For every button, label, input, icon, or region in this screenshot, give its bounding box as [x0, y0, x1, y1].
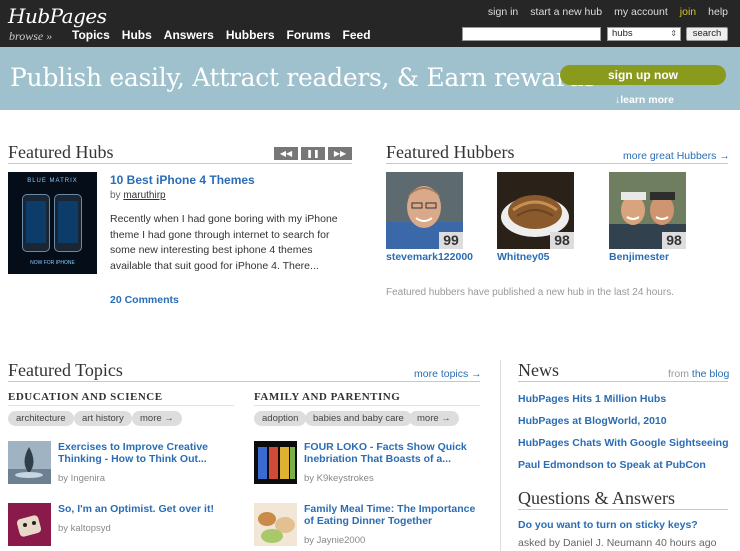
main-nav: Topics Hubs Answers Hubbers Forums Feed — [72, 28, 371, 42]
tag-babies[interactable]: babies and baby care — [305, 411, 412, 426]
hubpages-logo[interactable]: HubPages — [8, 4, 107, 28]
featured-hubs-heading: Featured Hubs — [8, 142, 114, 162]
topic-thumbnail[interactable] — [254, 503, 297, 546]
hubber-score: 99 — [439, 232, 463, 249]
topic-thumbnail[interactable] — [254, 441, 297, 484]
qa-rule — [518, 509, 728, 510]
banner-tagline: Publish easily, Attract readers, & Earn … — [10, 63, 596, 92]
qa-heading: Questions & Answers — [518, 488, 675, 508]
tag-adoption[interactable]: adoption — [254, 411, 307, 426]
category-rule — [254, 405, 480, 406]
nav-hubs[interactable]: Hubs — [122, 28, 152, 42]
join-link[interactable]: join — [680, 6, 696, 18]
blog-link[interactable]: the blog — [692, 368, 729, 380]
news-source: from the blog — [668, 368, 729, 380]
topic-byline: by kaltopsyd — [58, 523, 111, 534]
thumb-title: BLUE MATRIX — [27, 178, 78, 184]
select-arrows-icon: ⇕ — [670, 29, 677, 38]
hubber-score: 98 — [662, 232, 686, 249]
sign-up-button[interactable]: sign up now — [560, 65, 726, 85]
hub-author-link[interactable]: maruthirp — [123, 190, 165, 201]
nav-forums[interactable]: Forums — [287, 28, 331, 42]
sign-in-link[interactable]: sign in — [488, 6, 518, 18]
fast-forward-icon[interactable]: ▶▶ — [328, 147, 352, 160]
news-item-link[interactable]: HubPages Chats With Google Sightseeing — [518, 437, 729, 449]
learn-more-link[interactable]: ↓learn more — [615, 94, 674, 106]
thumb-caption: NOW FOR IPHONE — [30, 260, 75, 266]
browse-label: browse » — [9, 29, 53, 43]
byline-prefix: by — [110, 190, 121, 201]
hubbers-note: Featured hubbers have published a new hu… — [386, 287, 674, 298]
hub-title-link[interactable]: 10 Best iPhone 4 Themes — [110, 173, 255, 187]
account-links: sign in start a new hub my account join … — [488, 6, 728, 18]
nav-topics[interactable]: Topics — [72, 28, 110, 42]
top-bar: HubPages browse » Topics Hubs Answers Hu… — [0, 0, 740, 47]
category-family-heading[interactable]: FAMILY AND PARENTING — [254, 391, 400, 403]
question-link[interactable]: Do you want to turn on sticky keys? — [518, 519, 698, 531]
news-heading: News — [518, 360, 559, 380]
topic-thumbnail[interactable] — [8, 503, 51, 546]
featured-hubbers-heading: Featured Hubbers — [386, 142, 515, 162]
category-rule — [8, 405, 234, 406]
search-button[interactable]: search — [686, 27, 728, 41]
nav-feed[interactable]: Feed — [343, 28, 371, 42]
hubber-score: 98 — [550, 232, 574, 249]
start-hub-link[interactable]: start a new hub — [530, 6, 602, 18]
hub-thumbnail[interactable]: BLUE MATRIX NOW FOR IPHONE — [8, 172, 97, 274]
featured-topics-rule — [8, 381, 480, 382]
search-input[interactable] — [462, 27, 601, 41]
news-item-link[interactable]: HubPages at BlogWorld, 2010 — [518, 415, 667, 427]
nav-hubbers[interactable]: Hubbers — [226, 28, 275, 42]
news-item-link[interactable]: Paul Edmondson to Speak at PubCon — [518, 459, 706, 471]
hubber-avatar[interactable]: 98 — [497, 172, 574, 249]
featured-hubbers-rule — [386, 163, 728, 164]
more-topics-link[interactable]: more topics → — [414, 368, 482, 380]
topic-title-link[interactable]: FOUR LOKO - Facts Show Quick Inebriation… — [304, 441, 480, 465]
hubber-name-link[interactable]: Whitney05 — [497, 251, 550, 263]
more-hubbers-link[interactable]: more great Hubbers → — [623, 150, 730, 162]
topic-byline: by K9keystrokes — [304, 473, 374, 484]
featured-hubs-rule — [8, 163, 352, 164]
hubber-name-link[interactable]: stevemark122000 — [386, 251, 473, 263]
topic-byline: by Jaynie2000 — [304, 535, 366, 546]
column-divider — [500, 360, 501, 551]
topic-title-link[interactable]: Exercises to Improve Creative Thinking -… — [58, 441, 228, 465]
hub-byline: by maruthirp — [110, 190, 166, 201]
hub-description: Recently when I had gone boring with my … — [110, 213, 338, 272]
news-rule — [518, 381, 728, 382]
tag-art-history[interactable]: art history — [74, 411, 132, 426]
news-item-link[interactable]: HubPages Hits 1 Million Hubs — [518, 393, 666, 405]
topic-title-link[interactable]: Family Meal Time: The Importance of Eati… — [304, 503, 480, 527]
tag-more[interactable]: more → — [132, 411, 182, 426]
iphone-icon — [22, 194, 50, 252]
pause-icon[interactable]: ❚❚ — [301, 147, 325, 160]
promo-banner: Publish easily, Attract readers, & Earn … — [0, 47, 740, 110]
topic-thumbnail[interactable] — [8, 441, 51, 484]
iphone-icon — [54, 194, 82, 252]
tag-architecture[interactable]: architecture — [8, 411, 74, 426]
question-byline: asked by Daniel J. Neumann 40 hours ago — [518, 537, 717, 549]
topic-title-link[interactable]: So, I'm an Optimist. Get over it! — [58, 503, 228, 515]
news-source-prefix: from — [668, 368, 689, 380]
carousel-controls: ◀◀ ❚❚ ▶▶ — [274, 147, 352, 160]
category-education-heading[interactable]: EDUCATION AND SCIENCE — [8, 391, 163, 403]
search-type-value: hubs — [612, 28, 633, 39]
help-link[interactable]: help — [708, 6, 728, 18]
nav-answers[interactable]: Answers — [164, 28, 214, 42]
hubber-avatar[interactable]: 99 — [386, 172, 463, 249]
search-type-select[interactable]: hubs ⇕ — [607, 27, 681, 41]
my-account-link[interactable]: my account — [614, 6, 668, 18]
topic-byline: by Ingenira — [58, 473, 106, 484]
hubber-name-link[interactable]: Benjimester — [609, 251, 669, 263]
featured-topics-heading: Featured Topics — [8, 360, 123, 380]
rewind-icon[interactable]: ◀◀ — [274, 147, 298, 160]
tag-more[interactable]: more → — [409, 411, 459, 426]
hubber-avatar[interactable]: 98 — [609, 172, 686, 249]
hub-comments-link[interactable]: 20 Comments — [110, 294, 179, 306]
